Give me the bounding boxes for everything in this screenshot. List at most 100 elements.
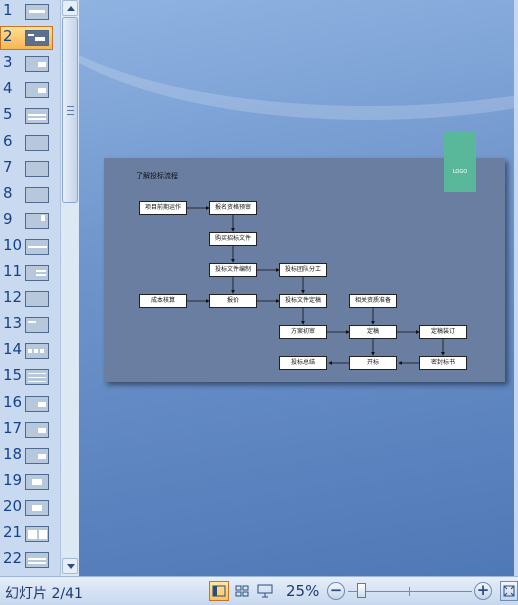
slide-thumbnail[interactable]: 3 bbox=[0, 52, 60, 76]
scroll-up-button[interactable] bbox=[62, 0, 78, 16]
slide-number: 9 bbox=[3, 210, 13, 228]
slide-number: 1 bbox=[3, 1, 13, 19]
slide-thumbnail[interactable]: 8 bbox=[0, 183, 60, 207]
slideshow-icon bbox=[257, 584, 273, 598]
node-registration-prequalification[interactable]: 报名资格预审 bbox=[209, 201, 257, 215]
slide-thumbnail[interactable]: 1 bbox=[0, 0, 60, 24]
slide-thumbnail[interactable]: 21 bbox=[0, 522, 60, 546]
slide-thumbnail[interactable]: 17 bbox=[0, 418, 60, 442]
slide-canvas[interactable]: 了解投标流程 LOGO 项目前期运作 报名资格预审 购买招标文件 投标文件编制 … bbox=[104, 132, 505, 382]
slide-preview bbox=[25, 500, 49, 516]
slide-thumbnail[interactable]: 7 bbox=[0, 157, 60, 181]
node-bid-opening[interactable]: 开标 bbox=[349, 356, 397, 370]
grip-icon bbox=[67, 106, 74, 115]
slide-thumbnail[interactable]: 20 bbox=[0, 496, 60, 520]
preview-mark bbox=[39, 530, 47, 539]
zoom-level[interactable]: 25% bbox=[286, 582, 319, 600]
node-purchase-bid-docs[interactable]: 购买招标文件 bbox=[209, 232, 257, 246]
slide-number: 8 bbox=[3, 184, 13, 202]
slide-sorter-button[interactable] bbox=[232, 581, 252, 601]
slide-number: 6 bbox=[3, 132, 13, 150]
node-quotation[interactable]: 报价 bbox=[209, 294, 257, 308]
node-final-draft[interactable]: 定稿 bbox=[349, 325, 397, 339]
slide-thumbnail[interactable]: 18 bbox=[0, 444, 60, 468]
slide-thumbnail[interactable]: 10 bbox=[0, 235, 60, 259]
fit-window-icon bbox=[503, 585, 515, 597]
preview-mark bbox=[28, 373, 46, 374]
slide-thumbnail[interactable]: 2 bbox=[0, 26, 60, 50]
normal-view-button[interactable] bbox=[209, 581, 229, 601]
slide-preview bbox=[25, 552, 49, 568]
slide-thumbnail[interactable]: 4 bbox=[0, 78, 60, 102]
slide-preview bbox=[25, 161, 49, 177]
slide-workspace: 了解投标流程 LOGO 项目前期运作 报名资格预审 购买招标文件 投标文件编制 … bbox=[79, 0, 518, 576]
preview-mark bbox=[29, 10, 45, 13]
slide-preview bbox=[25, 265, 49, 281]
preview-mark bbox=[28, 558, 46, 560]
slide-number: 5 bbox=[3, 105, 13, 123]
slide-thumbnail[interactable]: 19 bbox=[0, 470, 60, 494]
slide-number: 2 bbox=[3, 27, 13, 45]
preview-mark bbox=[32, 479, 42, 485]
slide-thumbnail[interactable]: 15 bbox=[0, 365, 60, 389]
preview-mark bbox=[38, 88, 46, 93]
slide-thumbnail[interactable]: 5 bbox=[0, 104, 60, 128]
node-project-preparation[interactable]: 项目前期运作 bbox=[139, 201, 187, 215]
preview-mark bbox=[28, 34, 34, 36]
preview-mark bbox=[28, 118, 46, 120]
slide-preview bbox=[25, 291, 49, 307]
slide-preview bbox=[25, 56, 49, 72]
preview-mark bbox=[28, 246, 47, 248]
slide-sorter-icon bbox=[235, 585, 249, 597]
slide-thumbnail[interactable]: 13 bbox=[0, 313, 60, 337]
node-final-binding[interactable]: 定稿装订 bbox=[419, 325, 467, 339]
node-sealed-delivery[interactable]: 密封标书 bbox=[419, 356, 467, 370]
zoom-slider-handle[interactable] bbox=[357, 583, 366, 598]
preview-mark bbox=[28, 562, 46, 564]
node-cost-estimate[interactable]: 成本核算 bbox=[139, 294, 187, 308]
preview-mark bbox=[38, 454, 46, 459]
slideshow-button[interactable] bbox=[255, 581, 275, 601]
preview-mark bbox=[41, 215, 45, 221]
slide-preview bbox=[25, 422, 49, 438]
slide-thumbnail[interactable]: 12 bbox=[0, 287, 60, 311]
node-related-materials[interactable]: 相关资质准备 bbox=[349, 294, 397, 308]
preview-mark bbox=[32, 505, 42, 511]
preview-mark bbox=[28, 530, 37, 539]
zoom-in-button[interactable]: + bbox=[474, 582, 492, 600]
zoom-slider-track[interactable] bbox=[348, 591, 472, 592]
slide-number: 20 bbox=[3, 497, 23, 515]
slide-number: 21 bbox=[3, 523, 23, 541]
slide-preview bbox=[25, 108, 49, 124]
slide-number: 14 bbox=[3, 340, 23, 358]
slides-panel: 1 2 3 4 5 6 7 8 9 10 11 12 13 14 15 16 17 18 19 20 21 22 bbox=[0, 0, 60, 576]
slides-panel-scrollbar[interactable] bbox=[60, 0, 78, 576]
node-bid-doc-preparation[interactable]: 投标文件编制 bbox=[209, 263, 257, 277]
slide-preview bbox=[25, 135, 49, 151]
slide-thumbnail[interactable]: 16 bbox=[0, 392, 60, 416]
preview-mark bbox=[34, 349, 38, 353]
normal-view-icon bbox=[212, 585, 226, 597]
scrollbar-thumb[interactable] bbox=[62, 17, 78, 203]
slide-thumbnail[interactable]: 9 bbox=[0, 209, 60, 233]
preview-mark bbox=[28, 381, 46, 382]
node-bid-doc-final[interactable]: 投标文件定稿 bbox=[279, 294, 327, 308]
node-plan-review[interactable]: 方案初审 bbox=[279, 325, 327, 339]
slide-number: 11 bbox=[3, 262, 23, 280]
fit-to-window-button[interactable] bbox=[500, 581, 518, 601]
slide-thumbnail[interactable]: 22 bbox=[0, 548, 60, 572]
slide-number: 13 bbox=[3, 314, 23, 332]
slide-number: 3 bbox=[3, 53, 13, 71]
scroll-down-button[interactable] bbox=[62, 558, 78, 574]
preview-mark bbox=[36, 274, 46, 276]
zoom-slider-center-tick bbox=[409, 587, 410, 596]
zoom-out-button[interactable]: − bbox=[327, 582, 345, 600]
preview-mark bbox=[38, 62, 46, 67]
node-post-bid-summary[interactable]: 投标总结 bbox=[279, 356, 327, 370]
slide-thumbnail[interactable]: 6 bbox=[0, 131, 60, 155]
workspace-scrollbar[interactable] bbox=[514, 0, 518, 576]
slide-thumbnail[interactable]: 14 bbox=[0, 339, 60, 363]
slide-number: 17 bbox=[3, 419, 23, 437]
node-bid-team-division[interactable]: 投标团队分工 bbox=[279, 263, 327, 277]
slide-thumbnail[interactable]: 11 bbox=[0, 261, 60, 285]
